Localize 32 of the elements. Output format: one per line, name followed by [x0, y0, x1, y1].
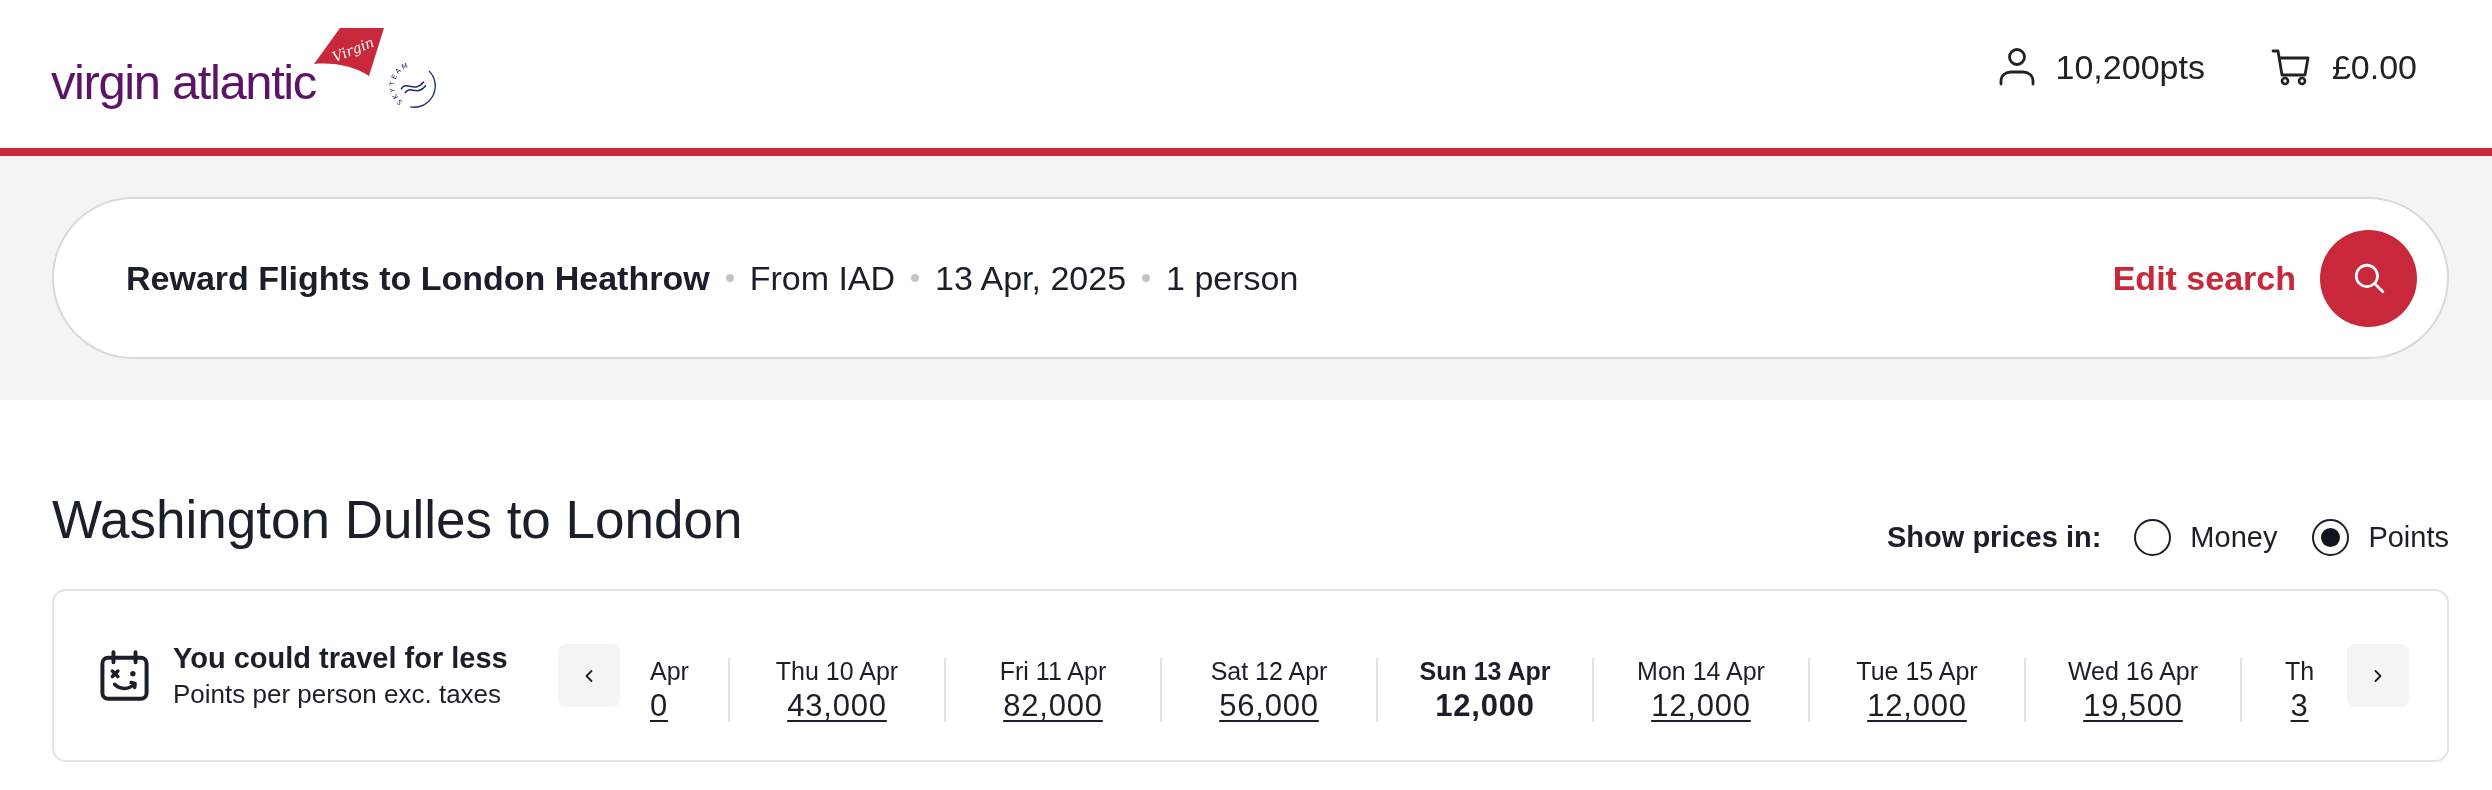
separator-dot-icon	[1142, 274, 1151, 282]
date-option[interactable]: Sun 13 Apr 12,000	[1419, 656, 1551, 723]
search-detail: 13 Apr, 2025	[935, 258, 1127, 298]
search-title: Reward Flights to London Heathrow	[126, 258, 710, 298]
edit-search-link[interactable]: Edit search	[2112, 258, 2296, 298]
account-points-link[interactable]: 10,200pts	[1998, 47, 2205, 87]
search-detail: From IAD	[749, 258, 896, 298]
date-option[interactable]: Fri 11 Apr 82,000	[999, 656, 1107, 723]
price-unit-radio[interactable]: Points	[2312, 519, 2449, 556]
date-strip-subtitle: Points per person exc. taxes	[173, 678, 503, 710]
date-option[interactable]: Th 3	[2285, 656, 2315, 723]
chevron-right-icon	[2373, 667, 2383, 684]
cart-icon	[2270, 48, 2311, 86]
date-strip-title: You could travel for less	[173, 641, 509, 675]
date-option[interactable]: Wed 16 Apr 19,500	[2067, 656, 2199, 723]
route-heading: Washington Dulles to London	[52, 489, 743, 551]
calendar-smile-icon	[98, 649, 151, 702]
date-option[interactable]: Sat 12 Apr 56,000	[1210, 656, 1328, 723]
price-toggle-label: Show prices in:	[1887, 521, 2102, 554]
date-option[interactable]: Thu 10 Apr 43,000	[775, 656, 899, 723]
separator-dot-icon	[725, 274, 734, 282]
next-dates-button[interactable]	[2347, 644, 2409, 707]
date-option[interactable]: Tue 15 Apr 12,000	[1856, 656, 1978, 723]
basket-link[interactable]: £0.00	[2270, 47, 2417, 87]
date-option[interactable]: Mon 14 Apr 12,000	[1637, 656, 1765, 723]
price-unit-radio[interactable]: Money	[2134, 519, 2278, 556]
previous-dates-button[interactable]	[558, 644, 620, 707]
search-detail: 1 person	[1166, 258, 1299, 298]
user-icon	[1998, 48, 2035, 86]
chevron-left-icon	[584, 667, 594, 684]
separator-dot-icon	[911, 274, 920, 282]
date-option[interactable]: Apr 0	[650, 656, 689, 723]
